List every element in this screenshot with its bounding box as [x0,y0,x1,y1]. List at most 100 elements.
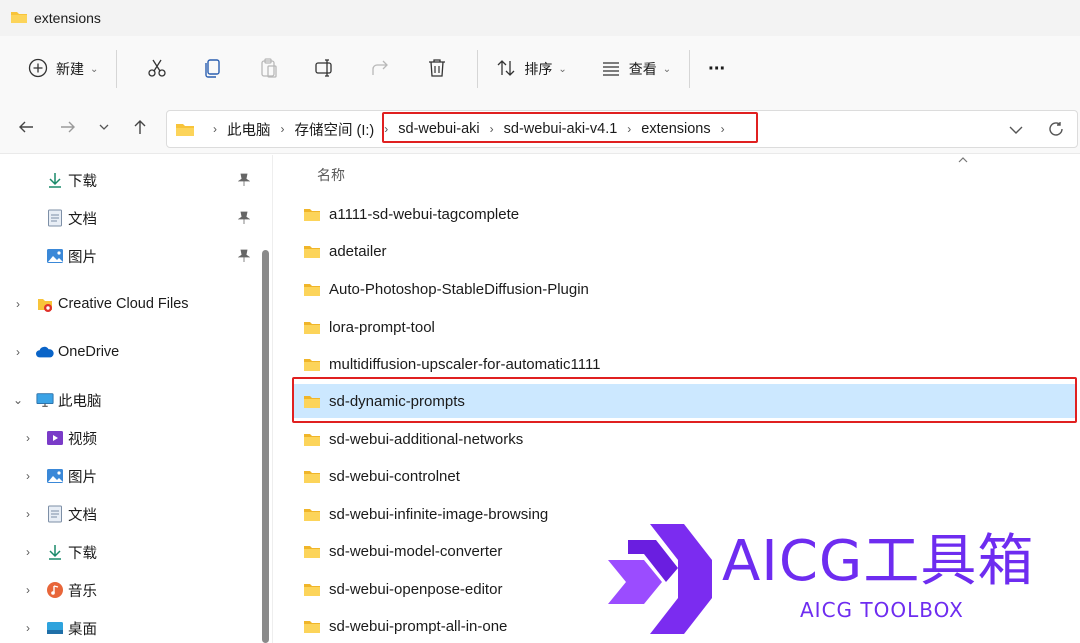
creative-cloud-icon [36,295,54,313]
file-name: a1111-sd-webui-tagcomplete [329,205,520,223]
up-button[interactable] [126,102,154,154]
file-name: multidiffusion-upscaler-for-automatic111… [329,355,601,373]
file-name: Auto-Photoshop-StableDiffusion-Plugin [329,280,589,298]
file-name: lora-prompt-tool [329,318,435,336]
breadcrumb: › 此电脑 › 存储空间 (I:) › sd-webui-aki › sd-we… [203,119,735,140]
file-row[interactable]: a1111-sd-webui-tagcomplete [293,197,1077,231]
collapse-chevron-icon[interactable]: ⌄ [10,385,26,415]
this-pc-icon [36,391,54,409]
cut-button[interactable] [142,49,172,89]
sort-ascending-icon [957,155,969,167]
folder-icon [303,619,321,634]
breadcrumb-drive[interactable]: 存储空间 (I:) [295,119,375,140]
breadcrumb-sd-webui-aki-v4[interactable]: sd-webui-aki-v4.1 [504,121,618,137]
sort-label: 排序 [524,61,553,77]
chevron-down-icon: ⌄ [558,63,567,75]
expand-chevron-icon[interactable]: › [20,613,36,643]
copy-button[interactable] [198,49,228,89]
expand-chevron-icon[interactable]: › [10,337,26,367]
expand-chevron-icon[interactable]: › [20,461,36,491]
sidebar-item-creative-cloud[interactable]: Creative Cloud Files [36,289,189,319]
plus-circle-icon [28,58,48,81]
folder-icon [303,544,321,559]
file-name: sd-webui-model-converter [329,542,503,560]
sidebar-item-desktop[interactable]: 桌面 [46,613,97,643]
breadcrumb-sd-webui-aki[interactable]: sd-webui-aki [398,121,479,137]
chevron-down-icon: ⌄ [662,63,672,75]
file-row[interactable]: lora-prompt-tool [293,310,1077,344]
document-icon [46,505,64,523]
sidebar-item-documents[interactable]: 文档 [46,203,97,233]
file-name: sd-webui-infinite-image-browsing [329,505,549,523]
expand-chevron-icon[interactable]: › [20,537,36,567]
download-icon [46,543,64,561]
expand-chevron-icon[interactable]: › [20,499,36,529]
chevron-right-icon[interactable]: › [721,122,725,136]
command-bar: 新建 ⌄ 排序 ⌄ 查看 ⌄ ··· [0,36,1080,102]
file-row[interactable]: Auto-Photoshop-StableDiffusion-Plugin [293,272,1077,306]
breadcrumb-this-pc[interactable]: 此电脑 [227,119,271,140]
folder-icon [303,582,321,597]
file-name: sd-webui-openpose-editor [329,580,503,598]
rename-button[interactable] [310,49,340,89]
file-name: sd-webui-prompt-all-in-one [329,617,508,635]
expand-chevron-icon[interactable]: › [20,575,36,605]
forward-button[interactable] [54,102,82,154]
breadcrumb-extensions[interactable]: extensions [641,121,710,137]
chevron-right-icon: › [627,122,632,136]
sidebar-item-pictures[interactable]: 图片 [46,241,97,271]
pin-icon[interactable] [236,203,252,233]
sidebar-item-label: 音乐 [68,583,97,600]
more-options-button[interactable]: ··· [702,49,731,89]
sidebar-item-this-pc[interactable]: 此电脑 [36,385,102,415]
address-history-button[interactable] [1001,111,1031,149]
paste-button[interactable] [254,49,284,89]
file-row[interactable]: sd-webui-additional-networks [293,422,1077,456]
recent-locations-button[interactable] [90,102,118,154]
folder-icon [303,507,321,522]
expand-chevron-icon[interactable]: › [20,423,36,453]
file-name: sd-webui-controlnet [329,467,460,485]
pin-icon[interactable] [236,165,252,195]
sidebar-item-label: 下载 [68,545,97,562]
sidebar-item-downloads-pc[interactable]: 下载 [46,537,97,567]
pictures-icon [46,467,64,485]
expand-chevron-icon[interactable]: › [10,289,26,319]
sidebar-scrollbar[interactable] [262,250,269,643]
sidebar-item-label: Creative Cloud Files [58,296,189,312]
folder-icon [303,207,321,222]
column-header-name[interactable]: 名称 [317,165,345,185]
file-row-selected[interactable]: sd-dynamic-prompts [293,384,1077,418]
file-row[interactable]: sd-webui-controlnet [293,459,1077,493]
sidebar-item-label: 下载 [68,173,97,190]
sidebar-item-downloads[interactable]: 下载 [46,165,97,195]
sidebar-item-videos[interactable]: 视频 [46,423,97,453]
back-button[interactable] [12,102,40,154]
sidebar-item-documents-pc[interactable]: 文档 [46,499,97,529]
refresh-icon [1047,120,1065,141]
sort-button[interactable]: 排序 ⌄ [490,49,572,89]
pin-icon[interactable] [236,241,252,271]
file-name: sd-webui-additional-networks [329,430,524,448]
download-icon [46,171,64,189]
file-row[interactable]: multidiffusion-upscaler-for-automatic111… [293,347,1077,381]
delete-button[interactable] [422,49,452,89]
view-button[interactable]: 查看 ⌄ [595,49,677,89]
arrow-left-icon [17,118,35,139]
file-row[interactable]: adetailer [293,234,1077,268]
sidebar-item-music[interactable]: 音乐 [46,575,97,605]
sidebar-item-pictures-pc[interactable]: 图片 [46,461,97,491]
sidebar-item-onedrive[interactable]: OneDrive [36,337,119,367]
scissors-icon [146,57,168,82]
toolbar-divider [477,50,479,88]
videos-icon [46,429,64,447]
address-bar[interactable]: › 此电脑 › 存储空间 (I:) › sd-webui-aki › sd-we… [166,110,1078,148]
sidebar-item-label: 图片 [68,249,97,266]
share-button[interactable] [366,49,396,89]
navigation-pane: 下载 文档 图片 › Creative Cloud Files › OneDri… [0,155,272,643]
rename-icon [314,57,336,82]
more-options-label: ··· [708,57,726,80]
watermark-title: AICG工具箱 [722,529,1035,594]
refresh-button[interactable] [1041,111,1071,149]
new-button[interactable]: 新建 ⌄ [22,49,104,89]
